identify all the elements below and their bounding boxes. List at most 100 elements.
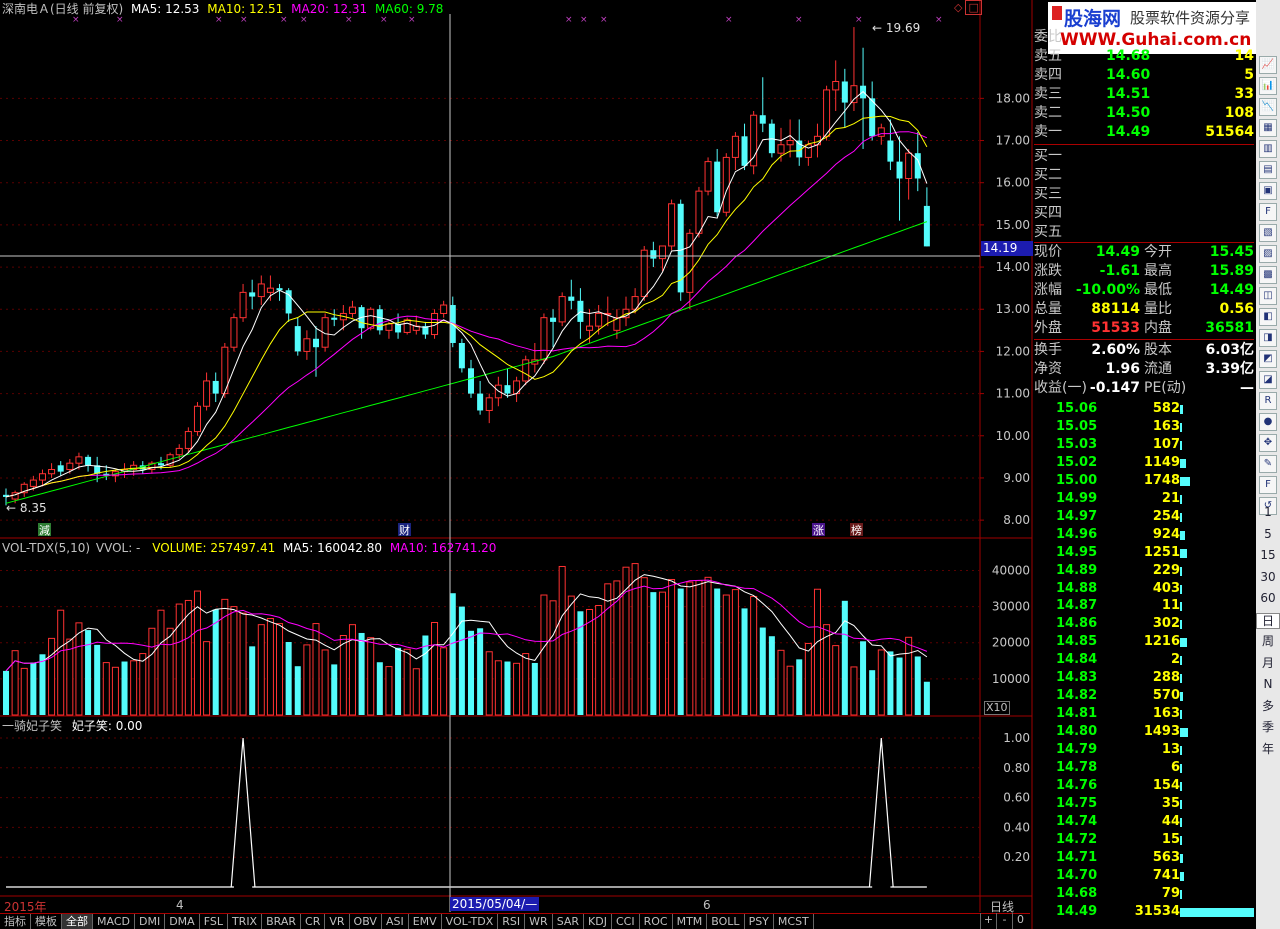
f5-icon[interactable]: F [1259,476,1277,494]
tick-row: 14.68 79 [1034,885,1254,903]
draw-icon[interactable]: ✎ [1259,455,1277,473]
volume-bar [440,647,448,716]
split4-icon[interactable]: ◪ [1259,371,1277,389]
logo-subtitle: 股票软件资源分享 [1130,9,1251,27]
window-icon[interactable]: ◫ [1259,287,1277,305]
box-icon[interactable]: ▣ [1259,182,1277,200]
period-button[interactable]: 周 [1256,634,1280,648]
period-button[interactable]: 年 [1256,742,1280,756]
candle-body [877,127,885,137]
move-icon[interactable]: ✥ [1259,434,1277,452]
volume-bar [57,609,65,716]
indicator-tab[interactable]: DMI [135,914,166,929]
indicator-axis-label: 0.60 [1003,791,1030,805]
indicator-tab[interactable]: 模板 [31,914,62,929]
candle-body [477,393,484,411]
grid-icon[interactable]: ▦ [1259,119,1277,137]
zoom-out-button[interactable]: - [996,913,1012,929]
period-button[interactable]: 月 [1256,656,1280,670]
tick-volume: 288 [1152,670,1180,686]
dot-icon[interactable]: ● [1259,413,1277,431]
indicator-tab[interactable]: 指标 [0,914,31,929]
indicator-line [6,737,927,888]
side-toolbar[interactable]: 📈 📊 📉 ▦ ▥ ▤ ▣ F ▧ ▨ ▩ ◫ ◧ ◨ ◩ ◪ R ● ✥ ✎ F ↺ 1 5 15 30 60 日周月 N 多季年 [1256,0,1280,929]
window-control-icons[interactable]: ◇ □ [954,0,982,15]
panel-icon[interactable]: ▧ [1259,224,1277,242]
indicator-tab[interactable]: ASI [382,914,409,929]
price-header: 深南电Ａ(日线 前复权) MA5: 12.53 MA10: 12.51 MA20… [2,2,443,16]
period-button[interactable]: 60 [1256,591,1280,605]
indicator-tab[interactable]: OBV [350,914,382,929]
vvol-label: VVOL: - [95,541,141,555]
indicator-tab[interactable]: CCI [612,914,640,929]
candle-body [887,140,894,162]
tick-volume-bar [1180,530,1186,540]
tick-volume-bar [1180,817,1182,827]
indicator-tab[interactable]: MTM [673,914,708,929]
layout-icon[interactable]: ▨ [1259,245,1277,263]
indicator-tab[interactable]: RSI [498,914,526,929]
volume-bar [339,635,347,716]
period-button[interactable]: 日 [1256,612,1280,629]
quote-value: 15.45 [1209,244,1254,260]
tick-volume-bar [1180,907,1254,917]
volume-bar [677,588,684,715]
tick-volume: 1251 [1143,544,1180,560]
order-price: 14.60 [1106,67,1151,83]
period-button[interactable]: N [1256,677,1280,691]
indicator-tab[interactable]: WR [525,914,553,929]
bar-icon[interactable]: 📊 [1259,77,1277,95]
tick-price: 14.68 [1056,885,1098,901]
candle-body [294,326,301,352]
indicator-tab[interactable]: 全部 [62,914,93,929]
chart-icon[interactable]: 📈 [1259,56,1277,74]
indicator-tab[interactable]: ROC [640,914,673,929]
tick-row: 15.03 107 [1034,436,1254,454]
indicator-tab[interactable]: MACD [93,914,135,929]
indicator-tab[interactable]: TRIX [228,914,263,929]
volume-bar [148,627,156,716]
volume-bar [531,662,538,715]
indicator-tab[interactable]: KDJ [584,914,612,929]
event-marker-icon: × [215,15,223,25]
indicator-tab[interactable]: MCST [774,914,814,929]
candle-body [85,456,92,466]
indicator-tab[interactable]: EMV [409,914,442,929]
indicator-tab[interactable]: PSY [745,914,774,929]
period-button[interactable]: 30 [1256,570,1280,584]
zoom-controls[interactable]: + - 0 [980,913,1028,929]
indicator-tab[interactable]: FSL [200,914,228,929]
indicator-tab[interactable]: CR [301,914,326,929]
zoom-in-button[interactable]: + [980,913,996,929]
period-button[interactable]: 多 [1256,699,1280,713]
volume-bar [704,576,712,716]
tick-price: 14.71 [1056,849,1098,865]
rsi-icon[interactable]: R [1259,392,1277,410]
period-button[interactable]: 季 [1256,720,1280,734]
matrix-icon[interactable]: ▩ [1259,266,1277,284]
indicator-tab[interactable]: DMA [165,914,200,929]
split3-icon[interactable]: ◩ [1259,350,1277,368]
indicator-tab[interactable]: SAR [553,914,585,929]
quote-value: 15.89 [1209,263,1254,279]
indicator-tab[interactable]: VR [325,914,350,929]
event-marker-icon: × [116,15,124,25]
trend-icon[interactable]: 📉 [1259,98,1277,116]
table-icon[interactable]: ▥ [1259,140,1277,158]
period-button[interactable]: 5 [1256,527,1280,541]
indicator-tab[interactable]: VOL-TDX [442,914,499,929]
split2-icon[interactable]: ◨ [1259,329,1277,347]
split-icon[interactable]: ◧ [1259,308,1277,326]
period-button[interactable]: 15 [1256,548,1280,562]
finance-icon[interactable]: F [1259,203,1277,221]
volume-bar [276,623,284,716]
volume-bar [458,606,465,715]
order-volume: 5 [1244,67,1254,83]
indicator-tab[interactable]: BRAR [262,914,302,929]
list-icon[interactable]: ▤ [1259,161,1277,179]
period-button[interactable]: 1 [1256,505,1280,519]
tick-volume-bar [1180,584,1183,594]
zoom-reset-button[interactable]: 0 [1012,913,1028,929]
indicator-toolbar[interactable]: 指标 模板 全部 MACD DMI DMA FSL TRIX BRAR CR VR OBV ASI EMV… [0,913,1030,929]
indicator-tab[interactable]: BOLL [707,914,745,929]
